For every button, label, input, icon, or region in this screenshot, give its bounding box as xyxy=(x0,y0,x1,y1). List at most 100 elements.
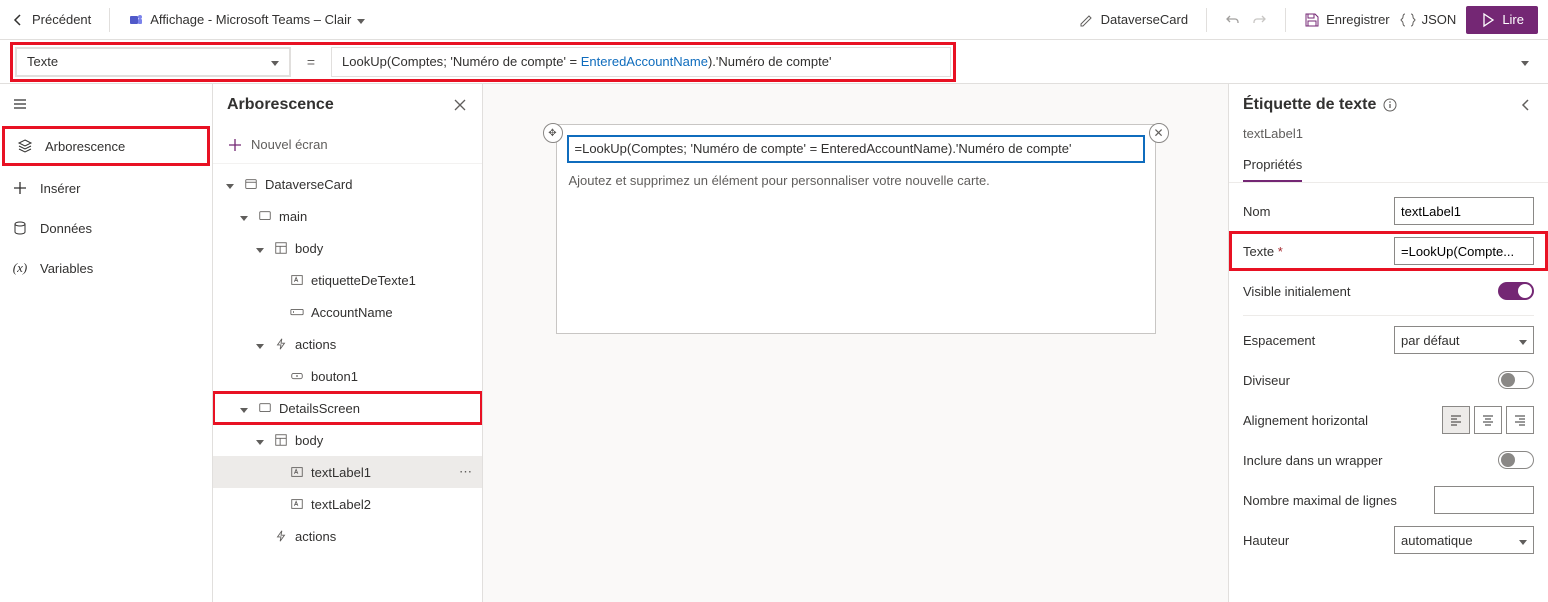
props-title: Étiquette de texte xyxy=(1243,96,1376,114)
property-dropdown-label: Texte xyxy=(27,54,58,69)
tree-panel: Arborescence Nouvel écran DataverseCard m… xyxy=(213,84,483,602)
json-button[interactable]: JSON xyxy=(1400,12,1457,28)
more-button[interactable]: ⋯ xyxy=(459,464,472,480)
tree-panel-title: Arborescence xyxy=(227,96,334,114)
tree-node-label: DetailsScreen xyxy=(279,401,472,416)
chevron-down-icon xyxy=(1519,333,1527,348)
prop-row-height: Hauteur automatique xyxy=(1229,520,1548,560)
card-icon xyxy=(243,177,259,191)
text-icon xyxy=(289,465,305,479)
move-handle[interactable]: ✥ xyxy=(543,123,563,143)
tree-node-body[interactable]: body xyxy=(213,424,482,456)
required-star: * xyxy=(1278,244,1283,259)
nav-tree-label: Arborescence xyxy=(45,139,125,154)
hamburger-button[interactable] xyxy=(0,84,212,124)
tree-node-actions[interactable]: actions xyxy=(213,520,482,552)
prop-text-input[interactable] xyxy=(1394,237,1534,265)
layout-icon xyxy=(273,241,289,255)
align-right-button[interactable] xyxy=(1506,406,1534,434)
tree-node-body[interactable]: body xyxy=(213,232,482,264)
close-handle[interactable]: ✕ xyxy=(1149,123,1169,143)
chevron-down-icon xyxy=(1521,54,1529,69)
nav-insert[interactable]: Insérer xyxy=(0,168,212,208)
align-left-button[interactable] xyxy=(1442,406,1470,434)
braces-icon xyxy=(1400,12,1416,28)
tab-properties[interactable]: Propriétés xyxy=(1243,149,1302,182)
back-label: Précédent xyxy=(32,12,91,27)
prop-spacing-select[interactable]: par défaut xyxy=(1394,326,1534,354)
prop-row-maxlines: Nombre maximal de lignes xyxy=(1229,480,1548,520)
prop-row-wrap: Inclure dans un wrapper xyxy=(1229,440,1548,480)
align-center-button[interactable] xyxy=(1474,406,1502,434)
tree-node-DetailsScreen[interactable]: DetailsScreen xyxy=(213,392,482,424)
chevron-icon[interactable] xyxy=(237,401,251,416)
new-screen-button[interactable]: Nouvel écran xyxy=(213,126,482,164)
prop-name-input[interactable] xyxy=(1394,197,1534,225)
prop-visible-toggle[interactable] xyxy=(1498,282,1534,300)
plus-icon xyxy=(12,180,28,196)
tree-node-textLabel1[interactable]: textLabel1⋯ xyxy=(213,456,482,488)
nav-variables[interactable]: (x) Variables xyxy=(0,248,212,288)
chevron-icon[interactable] xyxy=(253,241,267,256)
pencil-icon xyxy=(1079,12,1095,28)
prop-row-divider: Diviseur xyxy=(1229,360,1548,400)
tree-node-label: actions xyxy=(295,337,472,352)
chevron-icon[interactable] xyxy=(253,337,267,352)
play-button[interactable]: Lire xyxy=(1466,6,1538,34)
tree-node-textLabel2[interactable]: textLabel2 xyxy=(213,488,482,520)
chevron-icon[interactable] xyxy=(223,177,237,192)
bolt-icon xyxy=(273,529,289,543)
tree: DataverseCardmainbodyetiquetteDeTexte1Ac… xyxy=(213,164,482,602)
chevron-icon[interactable] xyxy=(237,209,251,224)
text-label-field[interactable]: =LookUp(Comptes; 'Numéro de compte' = En… xyxy=(567,135,1145,163)
save-button[interactable]: Enregistrer xyxy=(1304,12,1390,28)
teams-icon xyxy=(128,12,144,28)
screen-icon xyxy=(257,209,273,223)
formula-input[interactable]: LookUp(Comptes; 'Numéro de compte' = Ent… xyxy=(331,47,951,77)
tree-node-DataverseCard[interactable]: DataverseCard xyxy=(213,168,482,200)
canvas: ✥ ✕ =LookUp(Comptes; 'Numéro de compte' … xyxy=(483,84,1228,602)
database-icon xyxy=(12,220,28,236)
left-rail: Arborescence Insérer Données (x) Variabl… xyxy=(0,84,213,602)
back-arrow-icon xyxy=(10,12,26,28)
text-icon xyxy=(289,497,305,511)
expand-panel-button[interactable] xyxy=(1518,97,1534,113)
input-icon xyxy=(289,305,305,319)
prop-row-text: Texte * xyxy=(1229,231,1548,271)
chevron-icon[interactable] xyxy=(253,433,267,448)
redo-button[interactable] xyxy=(1251,12,1267,28)
back-button[interactable]: Précédent xyxy=(10,12,91,28)
layout-icon xyxy=(273,433,289,447)
tree-node-bouton1[interactable]: bouton1 xyxy=(213,360,482,392)
theme-selector[interactable]: Affichage - Microsoft Teams – Clair xyxy=(128,12,365,28)
tree-node-label: body xyxy=(295,433,472,448)
nav-insert-label: Insérer xyxy=(40,181,80,196)
tree-node-actions[interactable]: actions xyxy=(213,328,482,360)
equals-sign: = xyxy=(301,54,321,70)
undo-button[interactable] xyxy=(1225,12,1241,28)
prop-row-halign: Alignement horizontal xyxy=(1229,400,1548,440)
tree-node-etiquetteDeTexte1[interactable]: etiquetteDeTexte1 xyxy=(213,264,482,296)
tree-node-label: AccountName xyxy=(311,305,472,320)
nav-data[interactable]: Données xyxy=(0,208,212,248)
tree-node-label: main xyxy=(279,209,472,224)
save-icon xyxy=(1304,12,1320,28)
nav-tree-view[interactable]: Arborescence xyxy=(2,126,210,166)
prop-wrap-toggle[interactable] xyxy=(1498,451,1534,469)
prop-maxlines-input[interactable] xyxy=(1434,486,1534,514)
prop-divider-toggle[interactable] xyxy=(1498,371,1534,389)
theme-label: Affichage - Microsoft Teams – Clair xyxy=(150,12,351,27)
close-tree-button[interactable] xyxy=(452,97,468,113)
variable-icon: (x) xyxy=(12,260,28,276)
property-dropdown[interactable]: Texte xyxy=(15,47,291,77)
chevron-down-icon xyxy=(357,12,365,27)
tree-node-main[interactable]: main xyxy=(213,200,482,232)
tree-node-AccountName[interactable]: AccountName xyxy=(213,296,482,328)
info-icon[interactable] xyxy=(1382,97,1398,113)
formula-expand-button[interactable] xyxy=(1512,54,1538,69)
prop-height-select[interactable]: automatique xyxy=(1394,526,1534,554)
tree-node-label: actions xyxy=(295,529,472,544)
card-name-button[interactable]: DataverseCard xyxy=(1079,12,1188,28)
card-preview[interactable]: ✥ ✕ =LookUp(Comptes; 'Numéro de compte' … xyxy=(556,124,1156,334)
bolt-icon xyxy=(273,337,289,351)
